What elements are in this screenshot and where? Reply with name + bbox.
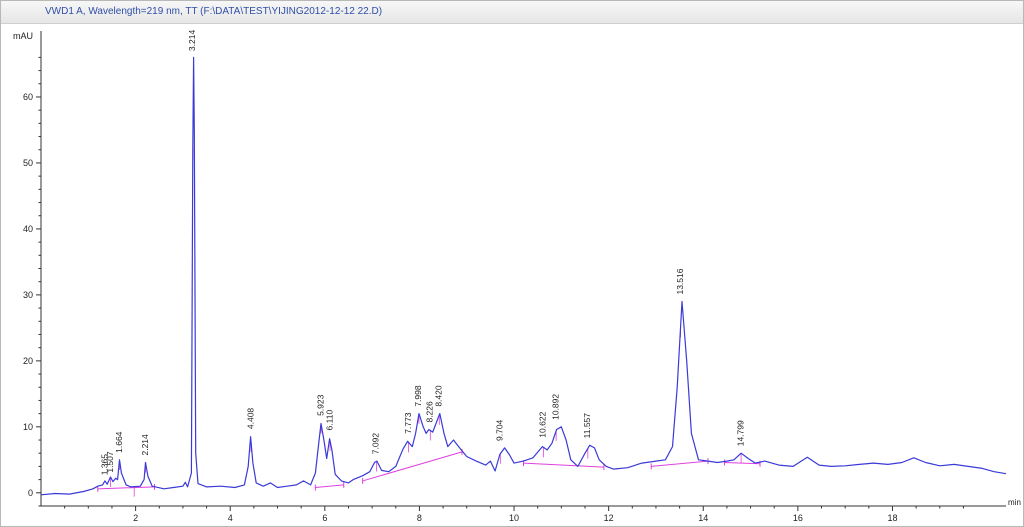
y-tick-label: 0 xyxy=(28,488,33,498)
signal-title-bar: VWD1 A, Wavelength=219 nm, TT (F:\DATA\T… xyxy=(1,1,1023,24)
x-tick-label: 10 xyxy=(509,513,519,523)
signal-trace xyxy=(40,56,1007,496)
y-tick-label: 20 xyxy=(23,356,33,366)
y-tick-label: 30 xyxy=(23,290,33,300)
peak-labels: 1.3651.5071.664 2.2143.2144.4085.9236.110… xyxy=(100,30,746,476)
x-tick-label: 8 xyxy=(417,513,422,523)
signal-line xyxy=(40,56,1007,496)
y-tick-label: 50 xyxy=(23,158,33,168)
signal-title: VWD1 A, Wavelength=219 nm, TT (F:\DATA\T… xyxy=(45,6,383,17)
integration-baselines xyxy=(97,149,761,497)
x-tick-label: 16 xyxy=(793,513,803,523)
y-tick-label: 60 xyxy=(23,92,33,102)
integration-baseline xyxy=(651,460,709,467)
integration-baseline xyxy=(362,451,463,482)
peak-label: 1.507 xyxy=(105,451,115,473)
integration-baseline xyxy=(97,486,155,490)
integration-baseline xyxy=(315,484,344,489)
x-tick-label: 14 xyxy=(698,513,708,523)
chromatogram-window: VWD1 A, Wavelength=219 nm, TT (F:\DATA\T… xyxy=(0,0,1024,527)
y-tick-label: 40 xyxy=(23,224,33,234)
peak-label: 8.420 xyxy=(434,385,444,407)
x-tick-label: 4 xyxy=(228,513,233,523)
x-tick-label: 2 xyxy=(133,513,138,523)
peak-label: 4.408 xyxy=(245,408,255,430)
peak-label: 11.557 xyxy=(582,413,592,439)
peak-label: 10.622 xyxy=(538,411,548,437)
peak-label: 1.664 xyxy=(114,431,124,453)
x-tick-label: 12 xyxy=(604,513,614,523)
x-axis-label: min xyxy=(1008,498,1021,507)
peak-label: 10.892 xyxy=(550,394,560,420)
peak-label: 7.773 xyxy=(403,412,413,434)
y-tick-label: 10 xyxy=(23,422,33,432)
axes: 0 10 20 30 40 50 60 2 4 6 8 10 12 14 16 18 mAU min xyxy=(13,31,1021,523)
peak-label: 2.214 xyxy=(140,434,150,456)
x-tick-label: 18 xyxy=(887,513,897,523)
peak-label: 6.110 xyxy=(324,410,334,431)
peak-label: 7.998 xyxy=(413,385,423,407)
peak-label: 3.214 xyxy=(187,30,197,52)
peak-label: 14.799 xyxy=(735,420,745,446)
x-tick-label: 6 xyxy=(322,513,327,523)
chromatogram-plot: 01020304050602 4 6 8 10 12 14 16 18mAUmin 1.3651… xyxy=(13,30,1021,523)
peak-label: 9.704 xyxy=(495,419,505,441)
integration-baseline xyxy=(523,462,604,468)
peak-label: 13.516 xyxy=(675,268,685,294)
y-axis-label: mAU xyxy=(13,31,33,41)
peak-label: 7.092 xyxy=(371,433,381,455)
